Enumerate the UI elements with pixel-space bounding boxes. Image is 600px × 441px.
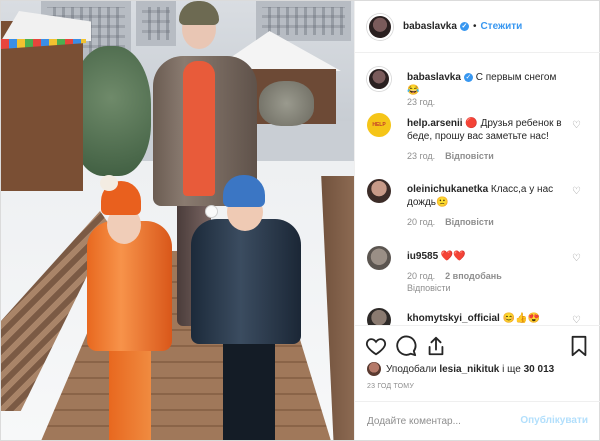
comment-body: help.arsenii 🔴 Друзья ребенок в беде, пр… [407,117,567,143]
verified-icon: ✓ [463,72,473,82]
bookmark-icon[interactable] [568,335,590,357]
comment-username[interactable]: iu9585 [407,251,438,262]
post-timestamp[interactable]: 23 ГОД ТОМУ [367,383,414,390]
instagram-post: babaslavka ✓ • Стежити babaslavka ✓ С перв… [0,0,600,441]
woman-sweater [183,61,215,196]
comment-text: 😊👍😍 [502,313,540,324]
bush [259,81,314,126]
comment-text: ❤️❤️ [440,251,466,262]
reply-button[interactable]: Відповісти [407,283,451,293]
comment-body: oleinichukanetka Класс,а у нас дождь🙁 [407,183,567,209]
avatar[interactable] [367,67,391,91]
boy-legs [223,336,275,440]
post-photo[interactable] [1,1,354,440]
girl-legs [109,341,151,440]
verified-icon: ✓ [459,21,469,31]
caption-body: babaslavka ✓ С первым снегом 😂 [407,71,567,97]
like-comment-heart-icon[interactable]: ♡ [572,254,582,264]
likes-middle: і ще [502,363,521,375]
comments-list[interactable]: babaslavka ✓ С первым снегом 😂 23 год. HE… [355,53,600,325]
caption-time: 23 год. [407,97,435,107]
comment-body: khomytskyi_official 😊👍😍 [407,312,567,325]
follow-button[interactable]: Стежити [480,21,522,32]
heart-icon[interactable] [365,335,387,357]
likes-summary: Уподобали lesia_nikituk і ще 30 013 [367,361,592,377]
header-username[interactable]: babaslavka ✓ [403,21,469,32]
likes-prefix: Уподобали [386,363,437,375]
building [136,1,176,46]
comment-meta: 20 год. Відповісти [407,217,494,227]
girl-hat-pompom [100,175,118,191]
comment-username[interactable]: khomytskyi_official [407,313,500,324]
snowball [205,205,218,218]
share-icon[interactable] [425,335,447,357]
time-text: 23 год. [407,97,436,107]
likes-count[interactable]: 30 013 [524,364,555,375]
avatar[interactable]: HELP [367,113,391,137]
avatar[interactable] [367,246,391,270]
like-comment-heart-icon[interactable]: ♡ [572,187,582,197]
boy-blue-hat [223,175,265,207]
avatar[interactable] [367,362,381,376]
likes-count[interactable]: 2 вподобань [445,271,502,281]
comment-meta: 20 год. 2 вподобань [407,271,502,281]
avatar[interactable] [367,308,391,325]
separator-dot: • [472,21,477,32]
boy-navy-coat [191,219,301,344]
time-text: 20 год. [407,217,436,227]
comment-username[interactable]: help.arsenii [407,118,463,129]
avatar[interactable] [367,179,391,203]
time-text: 20 год. [407,271,436,281]
action-bar [355,325,600,365]
post-header: babaslavka ✓ • Стежити [355,1,600,53]
reply-button[interactable]: Відповісти [445,217,494,227]
spruce-tree [71,46,151,176]
comment-input[interactable] [367,412,517,430]
reply-button[interactable]: Відповісти [445,151,494,161]
like-comment-heart-icon[interactable]: ♡ [572,316,582,326]
comment-meta: 23 год. Відповісти [407,151,494,161]
comment-body: iu9585 ❤️❤️ [407,250,567,263]
caption-username[interactable]: babaslavka [407,72,461,83]
add-comment-bar: Опублікувати [355,401,600,440]
avatar[interactable] [367,13,393,40]
comment-icon[interactable] [395,335,417,357]
time-text: 23 год. [407,151,436,161]
post-sidebar: babaslavka ✓ • Стежити babaslavka ✓ С перв… [354,1,600,440]
like-comment-heart-icon[interactable]: ♡ [572,121,582,131]
comment-username[interactable]: oleinichukanetka [407,184,488,195]
liked-by-user[interactable]: lesia_nikituk [439,364,499,375]
publish-button[interactable]: Опублікувати [520,415,588,426]
